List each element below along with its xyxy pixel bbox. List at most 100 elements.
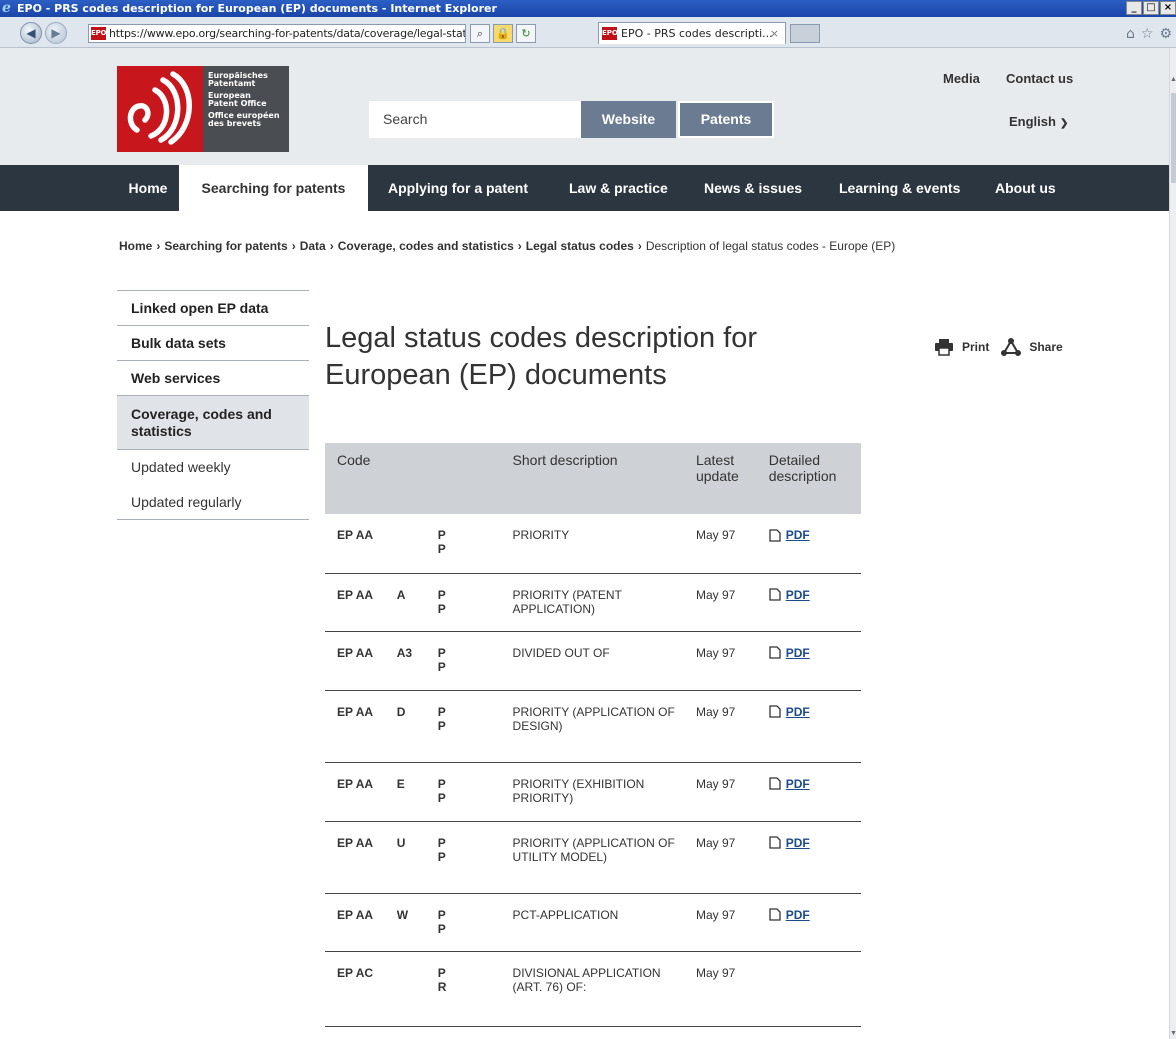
cell-detailed-description: PDF bbox=[768, 893, 861, 952]
site-favicon-icon: EPO bbox=[91, 27, 106, 40]
cell-kind bbox=[396, 514, 438, 574]
nav-learning-and-events[interactable]: Learning & events bbox=[839, 165, 960, 211]
document-icon bbox=[769, 908, 781, 921]
sidebar-item-coverage-codes-statistics[interactable]: Coverage, codes and statistics bbox=[117, 395, 309, 449]
cell-short-description: PRIORITY bbox=[512, 514, 696, 574]
cell-kind bbox=[396, 951, 438, 1027]
cell-detailed-description: PDF bbox=[768, 821, 861, 894]
table-row: EP AA A3 P P DIVIDED OUT OF May 97 PDF bbox=[325, 631, 861, 691]
tab-title: EPO - PRS codes descripti... bbox=[621, 27, 773, 40]
favorites-star-icon[interactable]: ☆ bbox=[1141, 26, 1154, 42]
document-icon bbox=[769, 836, 781, 849]
cell-type: P P bbox=[437, 514, 513, 574]
cell-code: EP AA bbox=[325, 573, 397, 632]
lock-icon[interactable]: 🔒 bbox=[493, 24, 513, 43]
sidebar-item-bulk-data-sets[interactable]: Bulk data sets bbox=[117, 325, 309, 360]
print-icon[interactable] bbox=[934, 338, 954, 356]
pdf-link[interactable]: PDF bbox=[769, 705, 810, 719]
cell-type: P P bbox=[437, 631, 513, 691]
cell-code: EP AC bbox=[325, 951, 397, 1027]
breadcrumb-legal-status-codes[interactable]: Legal status codes bbox=[526, 239, 634, 253]
browser-tab-active[interactable]: EPO EPO - PRS codes descripti... × bbox=[598, 22, 786, 44]
document-icon bbox=[769, 646, 781, 659]
breadcrumb-data[interactable]: Data bbox=[300, 239, 326, 253]
cell-code: EP AA bbox=[325, 631, 397, 691]
cell-short-description: PRIORITY (EXHIBITION PRIORITY) bbox=[512, 762, 696, 822]
cell-short-description: PCT-APPLICATION bbox=[512, 893, 696, 952]
print-link[interactable]: Print bbox=[962, 340, 989, 354]
cell-code: EP AA bbox=[325, 821, 397, 894]
cell-detailed-description: PDF bbox=[768, 573, 861, 632]
settings-gear-icon[interactable]: ⚙ bbox=[1159, 26, 1172, 42]
column-header-latest-update: Latest update bbox=[695, 443, 769, 514]
cell-short-description: PRIORITY (APPLICATION OF UTILITY MODEL) bbox=[512, 821, 696, 894]
maximize-button[interactable]: □ bbox=[1143, 1, 1159, 15]
sidebar-item-linked-open-ep-data[interactable]: Linked open EP data bbox=[117, 290, 309, 325]
share-icon[interactable] bbox=[1001, 338, 1022, 356]
vertical-scrollbar[interactable]: ▲ ▼ bbox=[1169, 48, 1176, 1039]
nav-news-and-issues[interactable]: News & issues bbox=[704, 165, 802, 211]
close-window-button[interactable]: × bbox=[1160, 1, 1176, 15]
nav-home[interactable]: Home bbox=[117, 165, 179, 211]
cell-detailed-description: PDF bbox=[768, 690, 861, 763]
breadcrumb-home[interactable]: Home bbox=[119, 239, 152, 253]
cell-detailed-description: PDF bbox=[768, 631, 861, 691]
address-bar[interactable]: EPO https://www.epo.org/searching-for-pa… bbox=[88, 24, 466, 43]
table-header-row: Code Short description Latest update Det… bbox=[325, 443, 861, 514]
language-label: English bbox=[1009, 114, 1056, 129]
table-row: EP AA D P P PRIORITY (APPLICATION OF DESIGN… bbox=[325, 690, 861, 763]
language-selector[interactable]: English ❯ bbox=[1009, 114, 1068, 129]
sidebar-item-updated-regularly[interactable]: Updated regularly bbox=[117, 484, 309, 519]
home-icon[interactable]: ⌂ bbox=[1126, 26, 1135, 42]
epo-logo-mark-icon bbox=[117, 66, 203, 152]
pdf-link[interactable]: PDF bbox=[769, 908, 810, 922]
forward-button[interactable]: ▶ bbox=[45, 22, 67, 44]
main-navigation: Home Searching for patents Applying for … bbox=[0, 165, 1169, 211]
cell-kind: D bbox=[396, 690, 438, 763]
nav-applying-for-a-patent[interactable]: Applying for a patent bbox=[388, 165, 528, 211]
scroll-down-icon[interactable]: ▼ bbox=[1170, 1030, 1176, 1037]
scroll-up-icon[interactable]: ▲ bbox=[1170, 76, 1176, 83]
sidebar-item-updated-weekly[interactable]: Updated weekly bbox=[117, 449, 309, 484]
nav-about-us[interactable]: About us bbox=[995, 165, 1056, 211]
nav-searching-for-patents[interactable]: Searching for patents bbox=[179, 165, 368, 211]
pdf-link[interactable]: PDF bbox=[769, 777, 810, 791]
search-website-button[interactable]: Website bbox=[581, 101, 676, 138]
search-patents-button[interactable]: Patents bbox=[678, 101, 774, 138]
share-link[interactable]: Share bbox=[1029, 340, 1062, 354]
refresh-icon[interactable]: ↻ bbox=[516, 24, 536, 43]
legal-status-codes-table: Code Short description Latest update Det… bbox=[325, 443, 861, 1027]
media-link[interactable]: Media bbox=[943, 71, 980, 86]
cell-type: P P bbox=[437, 821, 513, 894]
epo-logo-text: Europäisches Patentamt European Patent Off… bbox=[203, 66, 289, 152]
pdf-link[interactable]: PDF bbox=[769, 836, 810, 850]
table-row: EP AA E P P PRIORITY (EXHIBITION PRIORITY) M… bbox=[325, 762, 861, 822]
sidebar-item-web-services[interactable]: Web services bbox=[117, 360, 309, 395]
table-row: EP AC P R DIVISIONAL APPLICATION (ART. 76)… bbox=[325, 951, 861, 1027]
scrollbar-thumb[interactable] bbox=[1171, 93, 1176, 183]
cell-detailed-description: PDF bbox=[768, 514, 861, 574]
contact-us-link[interactable]: Contact us bbox=[1006, 71, 1073, 86]
cell-latest-update: May 97 bbox=[695, 893, 769, 952]
minimize-button[interactable]: _ bbox=[1126, 1, 1142, 15]
cell-kind: A bbox=[396, 573, 438, 632]
nav-law-and-practice[interactable]: Law & practice bbox=[569, 165, 668, 211]
epo-logo[interactable]: Europäisches Patentamt European Patent Off… bbox=[117, 66, 289, 152]
cell-kind: W bbox=[396, 893, 438, 952]
pdf-link[interactable]: PDF bbox=[769, 528, 810, 542]
document-icon bbox=[769, 528, 781, 542]
cell-short-description: DIVIDED OUT OF bbox=[512, 631, 696, 691]
pdf-link[interactable]: PDF bbox=[769, 588, 810, 602]
cell-latest-update: May 97 bbox=[695, 631, 769, 691]
close-tab-icon[interactable]: × bbox=[770, 23, 779, 44]
internet-explorer-icon: e bbox=[2, 0, 11, 16]
new-tab-button[interactable] bbox=[790, 24, 820, 43]
breadcrumb-searching-for-patents[interactable]: Searching for patents bbox=[164, 239, 287, 253]
back-button[interactable]: ◀ bbox=[20, 22, 42, 44]
document-icon bbox=[769, 705, 781, 718]
breadcrumb: Home › Searching for patents › Data › Coverage… bbox=[119, 239, 896, 253]
search-dropdown-icon[interactable]: ⌕ bbox=[470, 24, 490, 43]
search-input[interactable]: Search bbox=[369, 101, 581, 138]
breadcrumb-coverage[interactable]: Coverage, codes and statistics bbox=[338, 239, 514, 253]
pdf-link[interactable]: PDF bbox=[769, 646, 810, 660]
